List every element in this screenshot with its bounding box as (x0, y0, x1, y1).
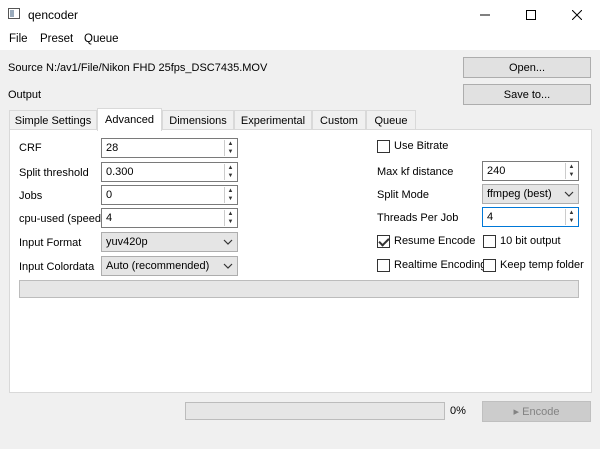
input-colordata-dropdown[interactable]: Auto (recommended) (101, 256, 238, 276)
cpu-used-spinbox[interactable]: 4 ▲ ▼ (101, 208, 238, 228)
ten-bit-output-checkbox[interactable] (483, 235, 496, 248)
split-threshold-spinbox[interactable]: 0.300 ▲ ▼ (101, 162, 238, 182)
split-threshold-value: 0.300 (106, 166, 134, 178)
max-kf-distance-spinbox[interactable]: 240 ▲ ▼ (482, 161, 579, 181)
resume-encode-checkbox[interactable] (377, 235, 390, 248)
spin-down-icon[interactable]: ▼ (566, 217, 577, 225)
source-path: N:/av1/File/Nikon FHD 25fps_DSC7435.MOV (46, 62, 268, 74)
threads-per-job-label: Threads Per Job (377, 212, 459, 224)
spin-up-icon[interactable]: ▲ (225, 140, 236, 148)
use-bitrate-checkbox[interactable] (377, 140, 390, 153)
menu-preset[interactable]: Preset (40, 33, 73, 45)
cpu-used-value: 4 (106, 212, 113, 224)
tab-advanced[interactable]: Advanced (97, 108, 162, 131)
spin-up-icon[interactable]: ▲ (225, 187, 236, 195)
chevron-down-icon (223, 239, 233, 245)
chevron-down-icon (223, 263, 233, 269)
crf-label: CRF (19, 142, 42, 154)
encode-button[interactable]: ▸ Encode (482, 401, 591, 422)
tab-experimental[interactable]: Experimental (234, 110, 312, 130)
tab-dimensions[interactable]: Dimensions (162, 110, 234, 130)
crf-spinbox[interactable]: 28 ▲ ▼ (101, 138, 238, 158)
split-mode-label: Split Mode (377, 189, 429, 201)
minimize-button[interactable] (462, 0, 508, 30)
crf-value: 28 (106, 142, 119, 154)
use-bitrate-label: Use Bitrate (394, 140, 449, 152)
spin-up-icon[interactable]: ▲ (225, 164, 236, 172)
maximize-icon (526, 10, 536, 20)
input-format-value: yuv420p (106, 236, 148, 248)
keep-temp-folder-label: Keep temp folder (500, 259, 584, 271)
spin-up-icon[interactable]: ▲ (225, 210, 236, 218)
split-threshold-label: Split threshold (19, 167, 89, 179)
open-button[interactable]: Open... (463, 57, 591, 78)
spin-down-icon[interactable]: ▼ (225, 172, 236, 180)
app-icon (8, 8, 20, 19)
source-label: Source (8, 62, 43, 74)
close-icon (572, 10, 582, 20)
realtime-encoding-checkbox[interactable] (377, 259, 390, 272)
input-format-label: Input Format (19, 237, 82, 249)
menu-queue[interactable]: Queue (84, 33, 119, 45)
input-colordata-label: Input Colordata (19, 261, 95, 273)
output-label: Output (8, 89, 42, 101)
tab-progress-bar (19, 280, 579, 298)
tab-custom[interactable]: Custom (312, 110, 366, 130)
chevron-down-icon (564, 191, 574, 197)
cpu-used-label: cpu-used (speed) (19, 213, 105, 225)
tab-queue[interactable]: Queue (366, 110, 416, 130)
spin-up-icon[interactable]: ▲ (566, 209, 577, 217)
progress-percent: 0% (450, 405, 466, 417)
maximize-button[interactable] (508, 0, 554, 30)
window-title: qencoder (28, 8, 79, 22)
close-button[interactable] (554, 0, 600, 30)
ten-bit-output-label: 10 bit output (500, 235, 561, 247)
input-format-dropdown[interactable]: yuv420p (101, 232, 238, 252)
threads-per-job-spinbox[interactable]: 4 ▲ ▼ (482, 207, 579, 227)
threads-per-job-value: 4 (487, 211, 494, 223)
spin-down-icon[interactable]: ▼ (225, 148, 236, 156)
overall-progress-bar (185, 402, 445, 420)
realtime-encoding-label: Realtime Encoding (394, 259, 487, 271)
split-mode-dropdown[interactable]: ffmpeg (best) (482, 184, 579, 204)
spin-down-icon[interactable]: ▼ (225, 218, 236, 226)
input-colordata-value: Auto (recommended) (106, 260, 210, 272)
resume-encode-label: Resume Encode (394, 235, 476, 247)
jobs-spinbox[interactable]: 0 ▲ ▼ (101, 185, 238, 205)
menu-file[interactable]: File (9, 33, 28, 45)
spin-down-icon[interactable]: ▼ (566, 171, 577, 179)
minimize-icon (480, 14, 490, 16)
spin-up-icon[interactable]: ▲ (566, 163, 577, 171)
split-mode-value: ffmpeg (best) (487, 188, 552, 200)
jobs-value: 0 (106, 189, 113, 201)
save-to-button[interactable]: Save to... (463, 84, 591, 105)
max-kf-distance-label: Max kf distance (377, 166, 454, 178)
jobs-label: Jobs (19, 190, 43, 202)
keep-temp-folder-checkbox[interactable] (483, 259, 496, 272)
max-kf-distance-value: 240 (487, 165, 506, 177)
tab-simple-settings[interactable]: Simple Settings (9, 110, 97, 130)
spin-down-icon[interactable]: ▼ (225, 195, 236, 203)
